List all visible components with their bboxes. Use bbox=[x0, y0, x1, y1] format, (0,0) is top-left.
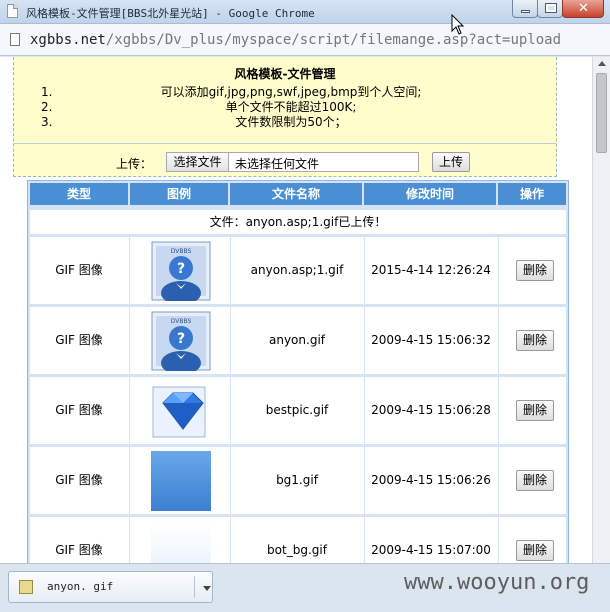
delete-button[interactable]: 删除 bbox=[516, 470, 554, 491]
maximize-button[interactable] bbox=[537, 0, 563, 18]
download-item[interactable]: anyon. gif bbox=[8, 571, 213, 603]
mouse-cursor-icon bbox=[451, 14, 465, 35]
modified-cell: 2009-4-15 15:06:32 bbox=[371, 333, 491, 347]
minimize-button[interactable] bbox=[512, 0, 538, 18]
svg-text:?: ? bbox=[177, 261, 185, 277]
rule-number: 3. bbox=[41, 115, 53, 129]
address-bar[interactable]: xgbbs.net/xgbbs/Dv_plus/myspace/script/f… bbox=[0, 24, 610, 56]
file-table: 类型 图例 文件名称 修改时间 操作 文件：anyon.asp;1.gif已上传… bbox=[27, 180, 569, 563]
scroll-up-icon[interactable] bbox=[598, 61, 606, 66]
rule-number: 2. bbox=[41, 100, 53, 114]
delete-button[interactable]: 删除 bbox=[516, 400, 554, 421]
file-input[interactable]: 选择文件 未选择任何文件 bbox=[166, 152, 419, 172]
upload-message: 文件：anyon.asp;1.gif已上传！ bbox=[30, 210, 566, 234]
header-type: 类型 bbox=[30, 183, 128, 205]
table-row: GIF 图像 bg1.gif 2009-4-15 15:06:26 删除 bbox=[30, 447, 566, 514]
divider bbox=[14, 143, 556, 144]
maximize-icon bbox=[545, 3, 557, 13]
close-button[interactable]: ✕ bbox=[562, 0, 604, 18]
filename-cell: bestpic.gif bbox=[265, 403, 329, 417]
panel-heading: 风格模板-文件管理 bbox=[234, 67, 336, 81]
upload-button[interactable]: 上传 bbox=[432, 152, 470, 172]
rule-number: 1. bbox=[41, 85, 53, 99]
window-titlebar: 风格模板-文件管理[BBS北外星光站] - Google Chrome ✕ bbox=[0, 0, 610, 24]
blue-gradient-image bbox=[151, 451, 211, 511]
rule-text: 文件数限制为50个； bbox=[235, 115, 347, 129]
choose-file-button[interactable]: 选择文件 bbox=[167, 153, 229, 171]
minimize-icon bbox=[521, 10, 530, 13]
svg-text:DVBBS: DVBBS bbox=[171, 318, 192, 325]
vertical-scrollbar[interactable] bbox=[592, 57, 610, 563]
delete-button[interactable]: 删除 bbox=[516, 260, 554, 281]
light-gradient-image bbox=[151, 521, 211, 563]
filename-cell: bot_bg.gif bbox=[267, 543, 327, 557]
url-text[interactable]: xgbbs.net/xgbbs/Dv_plus/myspace/script/f… bbox=[30, 32, 561, 48]
header-thumb: 图例 bbox=[130, 183, 228, 205]
header-action: 操作 bbox=[498, 183, 566, 205]
filename-cell: anyon.gif bbox=[269, 333, 325, 347]
dropdown-arrow-icon[interactable] bbox=[203, 586, 211, 591]
type-cell: GIF 图像 bbox=[55, 543, 103, 557]
rule-text: 可以添加gif,jpg,png,swf,jpeg,bmp到个人空间; bbox=[160, 85, 422, 99]
svg-text:?: ? bbox=[177, 331, 185, 347]
file-status: 未选择任何文件 bbox=[235, 157, 320, 171]
modified-cell: 2009-4-15 15:07:00 bbox=[371, 543, 491, 557]
filename-cell: bg1.gif bbox=[276, 473, 318, 487]
type-cell: GIF 图像 bbox=[55, 263, 103, 277]
type-cell: GIF 图像 bbox=[55, 403, 103, 417]
type-cell: GIF 图像 bbox=[55, 333, 103, 347]
file-icon bbox=[19, 580, 33, 594]
filename-cell: anyon.asp;1.gif bbox=[250, 263, 344, 277]
header-filename: 文件名称 bbox=[230, 183, 362, 205]
document-icon bbox=[7, 4, 18, 18]
download-filename: anyon. gif bbox=[47, 580, 114, 593]
page-content: 风格模板-文件管理 1. 可以添加gif,jpg,png,swf,jpeg,bmp… bbox=[0, 57, 592, 563]
diamond-image bbox=[151, 381, 211, 441]
type-cell: GIF 图像 bbox=[55, 473, 103, 487]
window-title: 风格模板-文件管理[BBS北外星光站] - Google Chrome bbox=[26, 7, 315, 20]
watermark-text: www.wooyun.org bbox=[404, 570, 590, 595]
table-row: GIF 图像 bestpic.gif 2009-4-15 15:06:28 删除 bbox=[30, 377, 566, 444]
upload-form: 上传： 选择文件 未选择任何文件 上传 bbox=[14, 152, 556, 174]
upload-label: 上传： bbox=[116, 157, 153, 171]
svg-text:DVBBS: DVBBS bbox=[171, 248, 192, 255]
dvbbs-avatar-image: DVBBS? bbox=[151, 311, 211, 375]
url-path: /xgbbs/Dv_plus/myspace/script/filemange.… bbox=[105, 32, 562, 48]
table-row: GIF 图像 DVBBS? anyon.asp;1.gif 2015-4-14 … bbox=[30, 237, 566, 305]
scroll-thumb[interactable] bbox=[596, 73, 607, 153]
modified-cell: 2015-4-14 12:26:24 bbox=[371, 263, 491, 277]
rule-text: 单个文件不能超过100K; bbox=[225, 100, 357, 114]
page-icon bbox=[10, 33, 20, 46]
delete-button[interactable]: 删除 bbox=[516, 330, 554, 351]
close-icon: ✕ bbox=[578, 1, 589, 16]
rule-item: 1. 可以添加gif,jpg,png,swf,jpeg,bmp到个人空间; bbox=[41, 85, 541, 100]
header-modified: 修改时间 bbox=[364, 183, 496, 205]
rules-list: 1. 可以添加gif,jpg,png,swf,jpeg,bmp到个人空间; 2. 单… bbox=[41, 85, 541, 130]
rule-item: 3. 文件数限制为50个； bbox=[41, 115, 541, 130]
delete-button[interactable]: 删除 bbox=[516, 540, 554, 561]
dvbbs-avatar-image: DVBBS? bbox=[151, 241, 211, 305]
modified-cell: 2009-4-15 15:06:28 bbox=[371, 403, 491, 417]
modified-cell: 2009-4-15 15:06:26 bbox=[371, 473, 491, 487]
url-host: xgbbs.net bbox=[30, 32, 106, 48]
table-row: GIF 图像 bot_bg.gif 2009-4-15 15:07:00 删除 bbox=[30, 517, 566, 563]
table-row: GIF 图像 DVBBS? anyon.gif 2009-4-15 15:06:… bbox=[30, 307, 566, 375]
table-header: 类型 图例 文件名称 修改时间 操作 bbox=[28, 181, 568, 207]
info-panel: 风格模板-文件管理 1. 可以添加gif,jpg,png,swf,jpeg,bmp… bbox=[13, 57, 557, 177]
rule-item: 2. 单个文件不能超过100K; bbox=[41, 100, 541, 115]
